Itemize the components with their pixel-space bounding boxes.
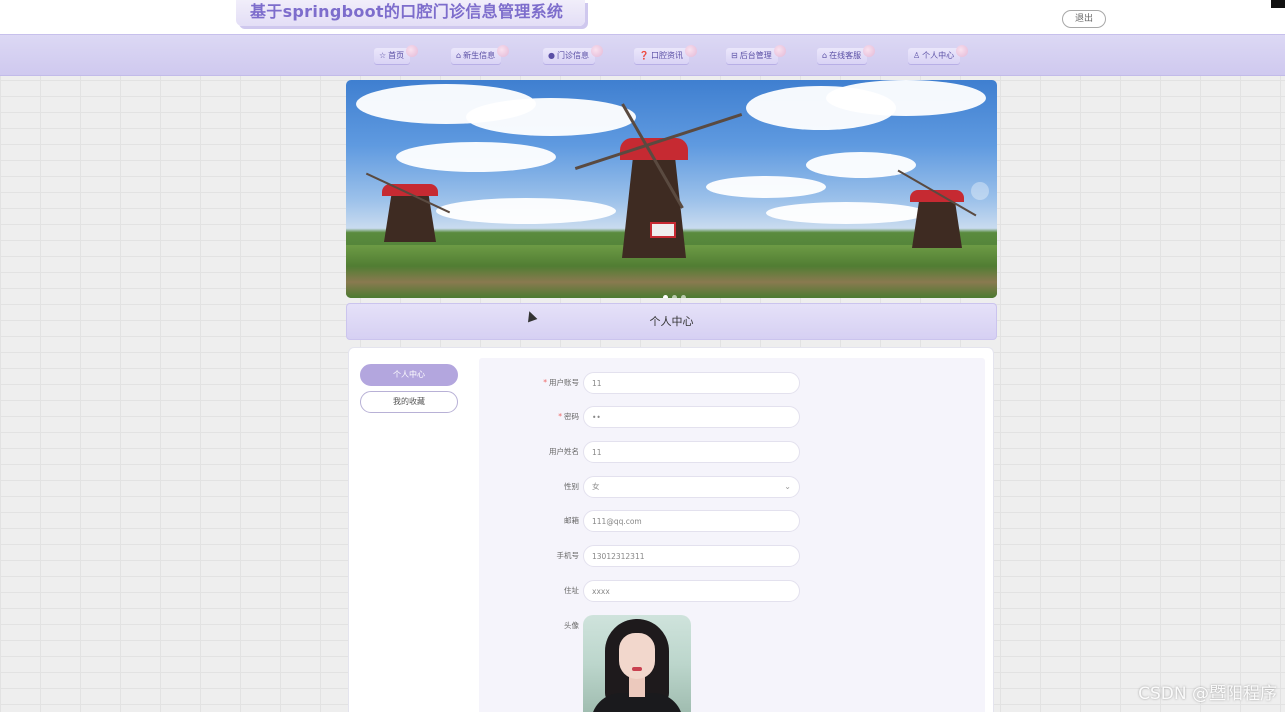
carousel-dot[interactable] bbox=[681, 295, 686, 298]
bow-decoration-icon bbox=[684, 45, 697, 57]
sidebar-item-my-favorites[interactable]: 我的收藏 bbox=[360, 391, 458, 413]
nav-item-label: 首页 bbox=[388, 51, 405, 60]
nav-item-label: 口腔资讯 bbox=[650, 51, 683, 60]
form-row-gender: 性别 女 ⌄ bbox=[479, 476, 985, 498]
form-row-email: 邮箱 bbox=[479, 510, 985, 532]
cloud bbox=[826, 80, 986, 116]
star-icon: ☆ bbox=[379, 51, 387, 60]
gender-select-value: 女 bbox=[592, 482, 600, 491]
account-field[interactable] bbox=[583, 372, 800, 394]
form-row-password: * 密码 bbox=[479, 406, 985, 428]
windmill bbox=[622, 152, 686, 258]
nav-item-clinic-info[interactable]: ● 门诊信息 bbox=[543, 45, 603, 64]
nav-item-personal-center[interactable]: ♙ 个人中心 bbox=[908, 45, 969, 64]
field-label: 住址 bbox=[564, 586, 579, 595]
nav-item-dental-news[interactable]: ❓ 口腔资讯 bbox=[634, 45, 697, 64]
windmill-right bbox=[912, 198, 962, 248]
nav-item-label: 在线客服 bbox=[829, 51, 862, 60]
email-field[interactable] bbox=[583, 510, 800, 532]
carousel-dot[interactable] bbox=[663, 295, 668, 298]
bow-decoration-icon bbox=[497, 45, 510, 57]
carousel-next-arrow[interactable] bbox=[971, 182, 989, 200]
nav-item-home[interactable]: ☆ 首页 bbox=[374, 45, 419, 64]
bow-decoration-icon bbox=[406, 45, 419, 57]
top-bar: 基于springboot的口腔门诊信息管理系统 退出 bbox=[0, 0, 1285, 34]
bag-icon: ⌂ bbox=[456, 51, 462, 60]
user-icon: ♙ bbox=[913, 51, 921, 60]
windmill-left bbox=[384, 192, 436, 242]
info-circle-icon: ● bbox=[548, 51, 555, 60]
field-label: 手机号 bbox=[556, 551, 580, 560]
nav-item-admin[interactable]: ⊟ 后台管理 bbox=[726, 45, 786, 64]
cloud bbox=[396, 142, 556, 172]
gender-select[interactable]: 女 ⌄ bbox=[583, 476, 800, 498]
profile-panel: 个人中心 我的收藏 *用户账号 *密码 用户姓名 性别 女 ⌄ 邮箱 手机号 bbox=[348, 347, 994, 712]
main-nav: ☆ 首页 ⌂ 新生信息 ● 门诊信息 ❓ 口腔资讯 ⊟ 后台管理 ⌂ 在线客服 ♙ 个人中心 bbox=[0, 34, 1285, 76]
cloud bbox=[436, 198, 616, 224]
dashboard-icon: ⊟ bbox=[731, 51, 738, 60]
carousel-dot[interactable] bbox=[672, 295, 677, 298]
field-label: * 密码 bbox=[558, 412, 579, 421]
form-row-address: 住址 bbox=[479, 580, 985, 602]
address-field[interactable] bbox=[583, 580, 800, 602]
nav-item-label: 后台管理 bbox=[739, 51, 772, 60]
required-mark: * bbox=[558, 412, 562, 421]
nav-item-label: 个人中心 bbox=[922, 51, 955, 60]
field-label: 头像 bbox=[564, 621, 579, 630]
cloud bbox=[766, 202, 926, 224]
bow-decoration-icon bbox=[956, 45, 969, 57]
question-icon: ❓ bbox=[639, 51, 649, 60]
field-label: 性别 bbox=[564, 482, 579, 491]
banner-carousel[interactable] bbox=[346, 80, 997, 298]
windmill-window bbox=[650, 222, 676, 238]
form-row-account: * 用户账号 bbox=[479, 372, 985, 394]
bow-decoration-icon bbox=[773, 45, 786, 57]
nav-item-label: 新生信息 bbox=[463, 51, 496, 60]
form-row-name: 用户姓名 bbox=[479, 441, 985, 463]
form-row-avatar: 头像 bbox=[479, 615, 985, 637]
field-label: * 用户账号 bbox=[543, 378, 579, 387]
watermark: CSDN @暨阳程序 bbox=[1138, 684, 1277, 704]
nav-item-label: 门诊信息 bbox=[556, 51, 589, 60]
nav-item-online-service[interactable]: ⌂ 在线客服 bbox=[817, 45, 876, 64]
password-field[interactable] bbox=[583, 406, 800, 428]
chevron-down-icon: ⌄ bbox=[784, 482, 791, 491]
logout-button[interactable]: 退出 bbox=[1062, 10, 1106, 28]
site-title: 基于springboot的口腔门诊信息管理系统 bbox=[236, 0, 586, 26]
required-mark: * bbox=[543, 378, 547, 387]
bow-decoration-icon bbox=[863, 45, 876, 57]
form-row-phone: 手机号 bbox=[479, 545, 985, 567]
carousel-indicators bbox=[661, 285, 688, 298]
sidebar-item-personal-center[interactable]: 个人中心 bbox=[360, 364, 458, 386]
corner-mark bbox=[1271, 0, 1285, 8]
nav-item-student-info[interactable]: ⌂ 新生信息 bbox=[451, 45, 510, 64]
profile-form: *用户账号 *密码 用户姓名 性别 女 ⌄ 邮箱 手机号 住址 bbox=[479, 358, 985, 712]
field-label: 邮箱 bbox=[564, 516, 579, 525]
home-icon: ⌂ bbox=[822, 51, 828, 60]
bow-decoration-icon bbox=[590, 45, 603, 57]
cloud bbox=[806, 152, 916, 178]
section-title: 个人中心 bbox=[346, 303, 997, 340]
phone-field[interactable] bbox=[583, 545, 800, 567]
cloud bbox=[466, 98, 636, 136]
name-field[interactable] bbox=[583, 441, 800, 463]
avatar-upload[interactable] bbox=[583, 615, 691, 712]
cloud bbox=[706, 176, 826, 198]
field-label: 用户姓名 bbox=[549, 447, 579, 456]
